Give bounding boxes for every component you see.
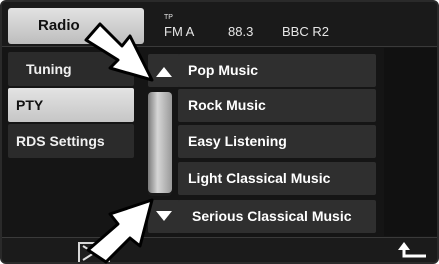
sidebar-item-label: RDS Settings (16, 133, 105, 149)
sidebar-item-label: PTY (16, 97, 44, 113)
sidebar-item-rds-settings[interactable]: RDS Settings (8, 124, 134, 158)
back-button[interactable] (388, 240, 437, 262)
callout-arrow-icon (86, 198, 154, 264)
pty-list-item[interactable]: Rock Music (178, 89, 376, 122)
return-arrow-icon (398, 242, 426, 258)
pty-list-item[interactable]: Pop Music (178, 54, 376, 87)
band-label: FM A (164, 24, 195, 39)
callout-arrow-icon (84, 22, 154, 82)
pty-list-item-label: Pop Music (188, 62, 259, 78)
right-panel (384, 48, 437, 236)
pty-list-item[interactable]: Serious Classical Music (178, 200, 376, 233)
pty-list-item[interactable]: Light Classical Music (178, 162, 376, 195)
pty-list-item-label: Serious Classical Music (192, 208, 352, 224)
display-frame: Radio TP FM A 88.3 BBC R2 Tuning PTY RDS… (0, 0, 439, 264)
station-name: BBC R2 (282, 24, 329, 39)
bottom-bar (2, 237, 437, 262)
tp-indicator: TP (164, 14, 173, 21)
pty-list-item-label: Easy Listening (188, 133, 287, 149)
sidebar-item-label: Tuning (26, 61, 72, 77)
pty-list-item[interactable]: Easy Listening (178, 125, 376, 158)
radio-screen: Radio TP FM A 88.3 BBC R2 Tuning PTY RDS… (0, 0, 439, 264)
pty-list-item-label: Light Classical Music (188, 170, 331, 186)
scrollbar-thumb[interactable] (148, 92, 172, 193)
pty-list-item-label: Rock Music (188, 97, 266, 113)
frequency-readout: 88.3 (228, 24, 254, 39)
